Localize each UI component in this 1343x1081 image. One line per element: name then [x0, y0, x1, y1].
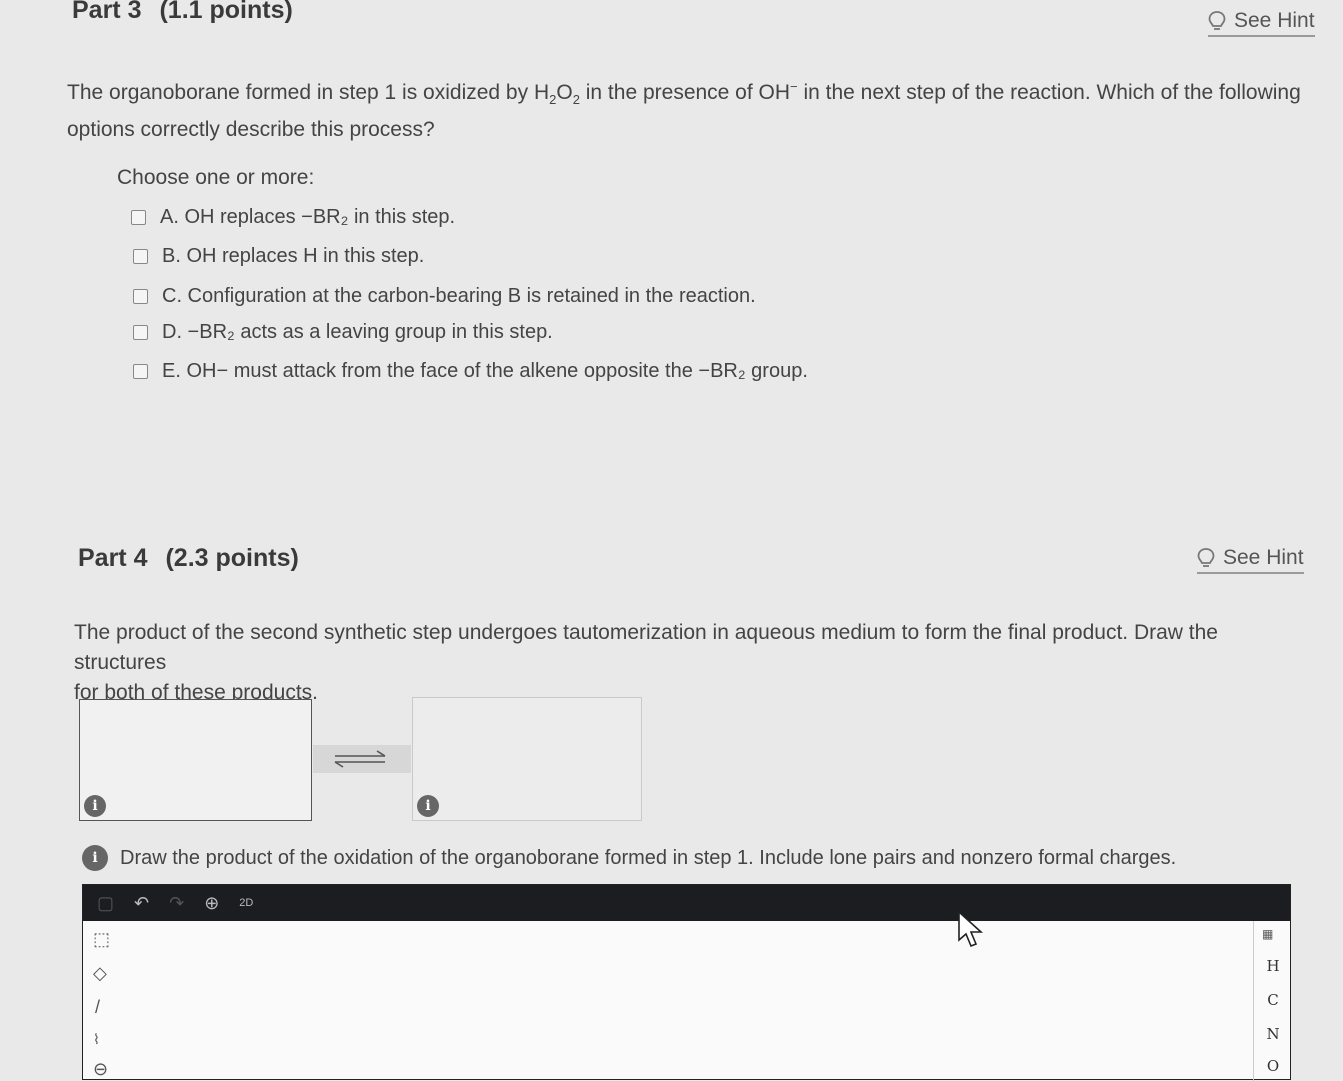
part4-hint-label: See Hint	[1223, 546, 1304, 569]
option-label: B. OH replaces H in this step.	[162, 245, 425, 267]
equilibrium-arrow-icon	[334, 750, 386, 768]
redo-icon[interactable]: ↷	[169, 893, 184, 914]
mouse-cursor-icon	[958, 910, 984, 948]
option-label: E. OH− must attack from the face of the …	[162, 360, 808, 382]
lightbulb-icon	[1197, 548, 1215, 567]
atom-c-button[interactable]: C	[1263, 991, 1283, 1009]
option-label: A. OH replaces −BR₂ in this step.	[160, 206, 456, 228]
new-canvas-icon[interactable]: ▢	[97, 893, 114, 914]
info-icon: i	[84, 795, 106, 817]
option-a[interactable]: A. OH replaces −BR₂ in this step.	[131, 206, 455, 229]
left-toolbar: ⬚ ◇ / ⌇ ⊖	[83, 921, 123, 1081]
choose-label: Choose one or more:	[117, 166, 315, 189]
undo-icon[interactable]: ↶	[134, 893, 149, 914]
info-icon: i	[417, 795, 439, 817]
checkbox[interactable]	[133, 289, 148, 304]
question-text: in the presence of OH	[579, 81, 791, 104]
option-label: C. Configuration at the carbon-bearing B…	[162, 285, 756, 307]
question-text: O	[556, 81, 573, 104]
part3-hint-label: See Hint	[1234, 9, 1315, 32]
chain-tool-icon[interactable]: ⌇	[93, 1031, 100, 1048]
option-label: D. −BR₂ acts as a leaving group in this …	[162, 321, 553, 343]
zoom-icon[interactable]: ⊕	[204, 893, 219, 914]
part3-title: Part 3 (1.1 points)	[72, 0, 293, 25]
instruction-text: Draw the product of the oxidation of the…	[120, 846, 1177, 869]
eraser-icon[interactable]: ◇	[93, 963, 107, 984]
checkbox[interactable]	[133, 325, 148, 340]
instruction-row: i Draw the product of the oxidation of t…	[82, 845, 1176, 871]
atom-n-button[interactable]: N	[1263, 1025, 1283, 1043]
periodic-table-icon[interactable]: ▦	[1262, 927, 1273, 941]
2d-view-button[interactable]: 2D	[239, 897, 253, 909]
subscript: 2	[572, 92, 580, 108]
checkbox[interactable]	[131, 210, 146, 225]
editor-toolbar: ▢ ↶ ↷ ⊕ 2D	[83, 885, 1290, 921]
question-text: options correctly describe this process?	[67, 118, 435, 142]
option-c[interactable]: C. Configuration at the carbon-bearing B…	[133, 285, 756, 308]
part4-label: Part 4	[78, 544, 148, 572]
atom-o-button[interactable]: O	[1263, 1057, 1283, 1075]
lightbulb-icon	[1208, 11, 1226, 30]
checkbox[interactable]	[133, 364, 148, 379]
question-text: in the next step of the reaction. Which …	[797, 81, 1301, 104]
bond-tool-icon[interactable]: /	[95, 997, 100, 1018]
superscript: −	[790, 79, 798, 94]
part4-see-hint-link[interactable]: See Hint	[1197, 546, 1304, 574]
option-b[interactable]: B. OH replaces H in this step.	[133, 245, 424, 268]
answer-box-2[interactable]: i	[412, 697, 642, 821]
drawing-editor: ▢ ↶ ↷ ⊕ 2D ⬚ ◇ / ⌇ ⊖ ▦ H C N O	[82, 884, 1292, 1081]
checkbox[interactable]	[133, 249, 148, 264]
atom-palette: ▦ H C N O	[1253, 921, 1292, 1081]
atom-h-button[interactable]: H	[1263, 957, 1283, 975]
part3-label: Part 3	[72, 0, 142, 24]
question-text: The organoborane formed in step 1 is oxi…	[67, 81, 550, 104]
part3-see-hint-link[interactable]: See Hint	[1208, 9, 1315, 37]
part4-points: (2.3 points)	[165, 544, 299, 572]
part3-points: (1.1 points)	[159, 0, 293, 24]
answer-box-1[interactable]: i	[79, 699, 312, 821]
ring-tool-icon[interactable]: ⊖	[93, 1059, 108, 1080]
part4-title: Part 4 (2.3 points)	[78, 544, 299, 573]
part3-question: The organoborane formed in step 1 is oxi…	[67, 72, 1307, 145]
option-e[interactable]: E. OH− must attack from the face of the …	[133, 360, 808, 383]
option-d[interactable]: D. −BR₂ acts as a leaving group in this …	[133, 321, 553, 344]
question-text: The product of the second synthetic step…	[74, 621, 1218, 674]
info-icon: i	[82, 845, 108, 871]
equilibrium-arrow	[313, 745, 411, 773]
select-tool-icon[interactable]: ⬚	[93, 929, 110, 950]
part4-question: The product of the second synthetic step…	[74, 618, 1314, 708]
